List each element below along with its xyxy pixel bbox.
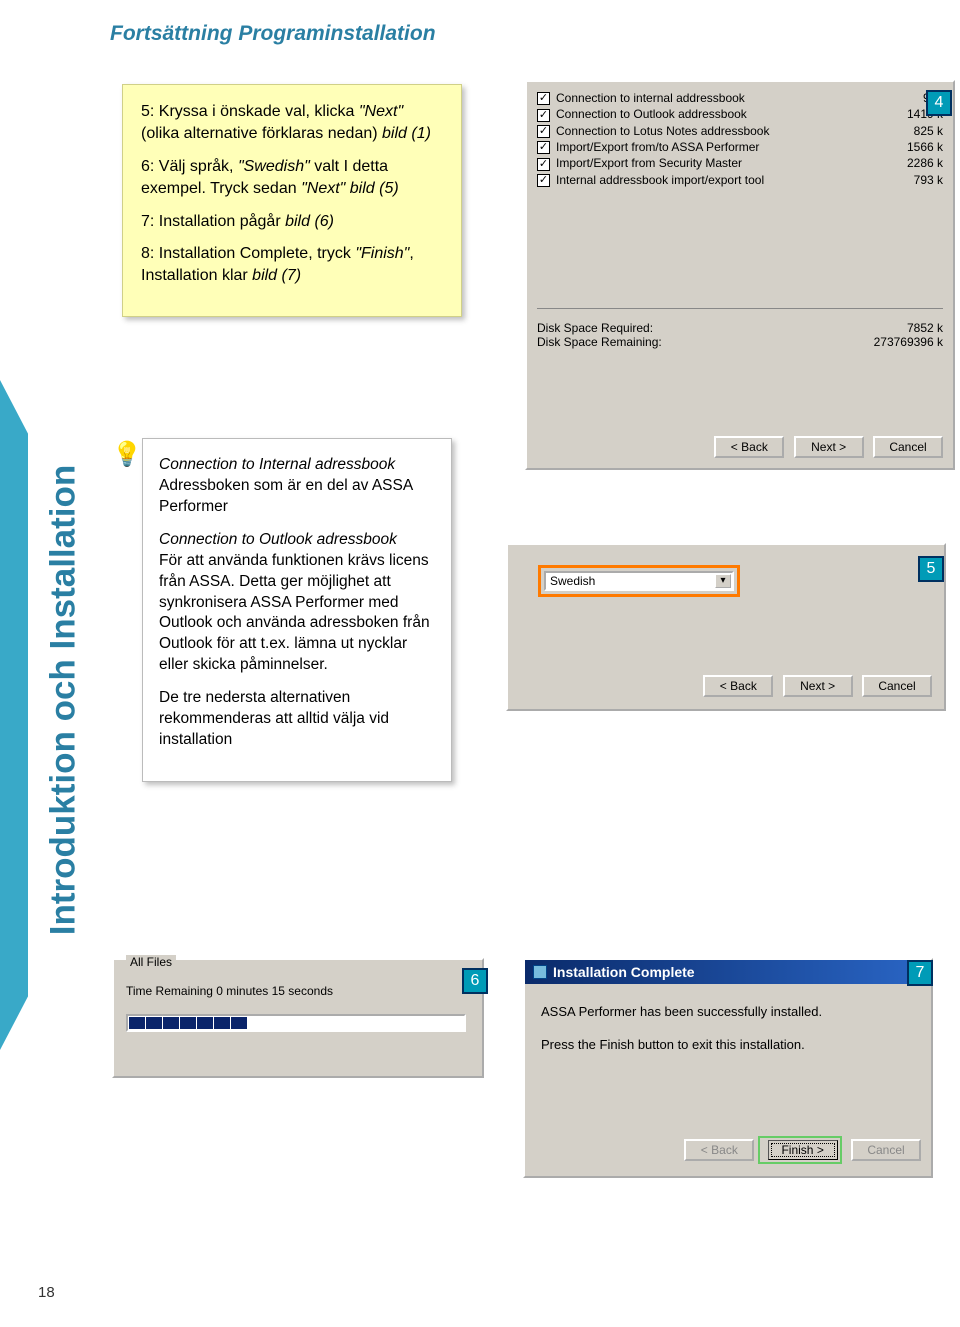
cancel-button: Cancel [851, 1139, 921, 1161]
checkbox-icon[interactable]: ✓ [537, 125, 550, 138]
callout-badge-5: 5 [918, 556, 944, 582]
component-label: Internal addressbook import/export tool [556, 173, 764, 187]
back-button[interactable]: < Back [703, 675, 773, 697]
component-size: 825 k [914, 124, 943, 138]
component-size: 2286 k [907, 156, 943, 170]
disk-remaining-label: Disk Space Remaining: [537, 335, 662, 349]
component-label: Connection to internal addressbook [556, 91, 745, 105]
page-title: Fortsättning Programinstallation [110, 22, 436, 46]
disk-required-value: 7852 k [907, 321, 943, 335]
note-text-italic: "Next" [359, 103, 403, 120]
component-label: Connection to Outlook addressbook [556, 107, 747, 121]
component-row[interactable]: ✓ Import/Export from/to ASSA Performer 156… [537, 139, 943, 155]
note-text-italic: bild (7) [252, 267, 301, 284]
checkbox-icon[interactable]: ✓ [537, 109, 550, 122]
tips-note: Connection to Internal adressbook Adress… [142, 438, 452, 782]
disk-space-panel: Disk Space Required: 7852 k Disk Space Re… [537, 308, 943, 349]
note-text: 7: Installation pågår [141, 213, 285, 230]
component-row[interactable]: ✓ Internal addressbook import/export tool… [537, 172, 943, 188]
progress-group-label: All Files [126, 955, 176, 969]
sidebar-accent [0, 380, 28, 1050]
dialog-select-components: ✓Connection to internal addressbook963 ✓… [525, 80, 955, 470]
callout-badge-7: 7 [907, 960, 933, 986]
disk-required-label: Disk Space Required: [537, 321, 653, 335]
note-text-italic: bild (6) [285, 213, 334, 230]
callout-badge-6: 6 [462, 968, 488, 994]
tips-heading: Connection to Internal adressbook [159, 456, 395, 473]
finish-highlight: Finish > [758, 1136, 842, 1164]
progress-bar [126, 1014, 466, 1032]
checkbox-icon[interactable]: ✓ [537, 158, 550, 171]
tips-body: De tre nedersta alternativen rekommender… [159, 689, 389, 748]
dialog-installation-complete: Installation Complete ASSA Performer has… [523, 958, 933, 1178]
dialog-titlebar: Installation Complete [525, 960, 931, 984]
checkbox-icon[interactable]: ✓ [537, 92, 550, 105]
component-label: Import/Export from Security Master [556, 156, 742, 170]
note-text: (olika alternative förklaras nedan) [141, 125, 382, 142]
chevron-down-icon[interactable]: ▾ [715, 574, 731, 588]
tips-body: Adressboken som är en del av ASSA Perfor… [159, 477, 412, 515]
language-dropdown[interactable]: Swedish ▾ [544, 571, 734, 591]
dialog-button-row: < Back Next > Cancel [708, 436, 943, 458]
component-row[interactable]: ✓ Connection to Lotus Notes addressbook 82… [537, 123, 943, 139]
note-text-italic: "Swedish" [238, 158, 310, 175]
component-size: 1566 k [907, 140, 943, 154]
cancel-button[interactable]: Cancel [873, 436, 943, 458]
component-row[interactable]: ✓Connection to Outlook addressbook1419 k [537, 106, 943, 122]
next-button[interactable]: Next > [794, 436, 864, 458]
note-text: 6: Välj språk, [141, 158, 238, 175]
disk-remaining-value: 273769396 k [874, 335, 943, 349]
cancel-button[interactable]: Cancel [862, 675, 932, 697]
lightbulb-icon: 💡 [112, 440, 142, 469]
note-text: 5: Kryssa i önskade val, klicka [141, 103, 359, 120]
component-list: ✓Connection to internal addressbook963 ✓… [527, 82, 953, 188]
note-text-italic: "Next" bild (5) [301, 180, 399, 197]
language-value: Swedish [550, 574, 595, 588]
back-button: < Back [684, 1139, 754, 1161]
complete-message-2: Press the Finish button to exit this ins… [541, 1037, 915, 1052]
back-button[interactable]: < Back [714, 436, 784, 458]
dialog-select-language: Swedish ▾ < Back Next > Cancel [506, 543, 946, 711]
note-text-italic: bild (1) [382, 125, 431, 142]
sidebar-section-label: Introduktion och Installation [43, 465, 83, 936]
dialog-button-row: < Back Next > Cancel [697, 675, 932, 697]
tips-body: För att använda funktionen krävs licens … [159, 552, 430, 674]
component-size: 793 k [914, 173, 943, 187]
dialog-title: Installation Complete [553, 964, 695, 980]
callout-badge-4: 4 [926, 90, 952, 116]
installer-icon [533, 965, 547, 979]
instruction-note: 5: Kryssa i önskade val, klicka "Next" (… [122, 84, 462, 317]
note-text: 8: Installation Complete, tryck [141, 245, 355, 262]
dialog-progress: All Files Time Remaining 0 minutes 15 se… [112, 958, 484, 1078]
next-button[interactable]: Next > [783, 675, 853, 697]
component-row[interactable]: ✓Connection to internal addressbook963 [537, 90, 943, 106]
complete-message-1: ASSA Performer has been successfully ins… [541, 1004, 915, 1019]
component-label: Import/Export from/to ASSA Performer [556, 140, 759, 154]
component-row[interactable]: ✓ Import/Export from Security Master 2286 … [537, 155, 943, 171]
language-highlight: Swedish ▾ [538, 565, 740, 597]
note-text-italic: "Finish" [355, 245, 409, 262]
checkbox-icon[interactable]: ✓ [537, 174, 550, 187]
finish-button[interactable]: Finish > [768, 1140, 838, 1160]
checkbox-icon[interactable]: ✓ [537, 141, 550, 154]
tips-heading: Connection to Outlook adressbook [159, 531, 397, 548]
page-number: 18 [38, 1284, 55, 1301]
dialog-button-row: < Back Finish > Cancel [678, 1136, 921, 1164]
component-label: Connection to Lotus Notes addressbook [556, 124, 769, 138]
